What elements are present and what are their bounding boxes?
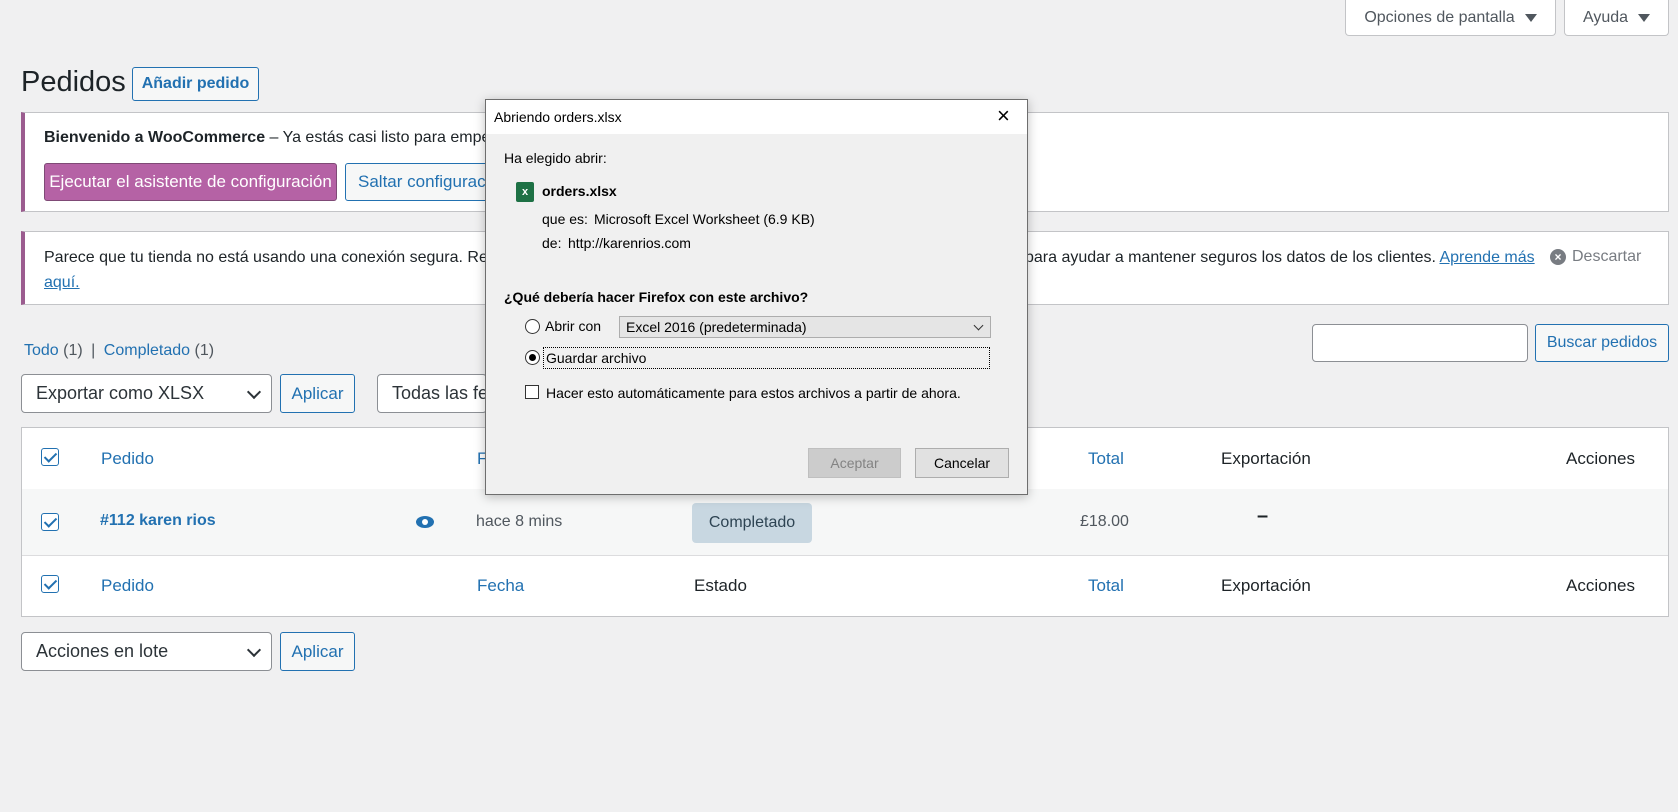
welcome-title: Bienvenido a WooCommerce <box>44 129 266 146</box>
table-row[interactable]: #112 karen rios hace 8 mins Completado £… <box>22 489 1668 556</box>
page-title: Pedidos <box>21 66 126 98</box>
filename: orders.xlsx <box>542 183 617 199</box>
dates-select-value: Todas las fec <box>392 383 487 403</box>
column-export-footer: Exportación <box>1221 576 1311 595</box>
chevron-down-icon <box>246 384 262 399</box>
column-order[interactable]: Pedido <box>101 449 154 469</box>
column-actions: Acciones <box>1566 449 1635 468</box>
dialog-titlebar: Abriendo orders.xlsx <box>486 100 1027 134</box>
type-label: que es: <box>542 211 588 227</box>
download-dialog: Abriendo orders.xlsx × Ha elegido abrir:… <box>485 99 1028 495</box>
save-file-label: Guardar archivo <box>546 350 647 366</box>
open-with-app-value: Excel 2016 (predeterminada) <box>626 319 807 335</box>
column-order-footer[interactable]: Pedido <box>101 576 154 596</box>
learn-more-link[interactable]: Aprende más <box>1439 249 1534 266</box>
from-value: http://karenrios.com <box>568 235 691 251</box>
open-with-radio[interactable] <box>525 319 540 334</box>
filter-completed-count: (1) <box>194 342 215 359</box>
search-orders-button[interactable]: Buscar pedidos <box>1535 324 1669 362</box>
dismiss-label: Descartar <box>1572 248 1642 265</box>
search-input[interactable] <box>1312 324 1528 362</box>
open-with-label[interactable]: Abrir con <box>545 318 601 334</box>
filter-all-count: (1) <box>63 342 83 359</box>
filter-completed[interactable]: Completado <box>104 342 190 359</box>
run-wizard-button[interactable]: Ejecutar el asistente de configuración <box>44 163 337 201</box>
welcome-text: – Ya estás casi listo para empez <box>265 129 499 146</box>
excel-file-icon: x <box>516 182 534 202</box>
ok-button[interactable]: Aceptar <box>808 448 901 478</box>
chevron-down-icon <box>246 642 262 657</box>
triangle-down-icon <box>1524 13 1537 22</box>
screen-options-button[interactable]: Opciones de pantalla <box>1345 0 1556 36</box>
security-text: Parece que tu tienda no está usando una … <box>44 249 496 266</box>
column-date-footer[interactable]: Fecha <box>477 576 524 596</box>
column-total[interactable]: Total <box>1088 449 1124 469</box>
select-all-checkbox-footer[interactable] <box>41 575 59 593</box>
screen-options-label: Opciones de pantalla <box>1364 8 1515 26</box>
column-total-footer[interactable]: Total <box>1088 576 1124 596</box>
column-export: Exportación <box>1221 449 1311 468</box>
security-text-right: para ayudar a mantener seguros los datos… <box>1025 249 1436 266</box>
dismiss-button[interactable]: × Descartar <box>1550 248 1641 266</box>
question: ¿Qué debería hacer Firefox con este arch… <box>504 289 809 305</box>
type-value: Microsoft Excel Worksheet (6.9 KB) <box>594 211 815 227</box>
apply-bulk-button[interactable]: Aplicar <box>280 632 355 671</box>
row-checkbox[interactable] <box>41 513 59 531</box>
dates-select[interactable]: Todas las fec <box>377 374 487 413</box>
chevron-down-icon <box>973 320 984 331</box>
column-actions-footer: Acciones <box>1566 576 1635 595</box>
add-order-button[interactable]: Añadir pedido <box>132 67 259 101</box>
export-select-value: Exportar como XLSX <box>36 383 205 403</box>
help-label: Ayuda <box>1582 8 1629 26</box>
auto-label[interactable]: Hacer esto automáticamente para estos ar… <box>546 385 961 401</box>
open-with-app-select[interactable]: Excel 2016 (predeterminada) <box>619 316 991 338</box>
dialog-title: Abriendo orders.xlsx <box>494 109 622 125</box>
export-select[interactable]: Exportar como XLSX <box>21 374 272 413</box>
status-badge: Completado <box>692 503 812 543</box>
save-file-option[interactable]: Guardar archivo <box>543 347 990 369</box>
save-file-radio[interactable] <box>525 350 540 365</box>
table-footer-row: Pedido Fecha Estado Total Exportación Ac… <box>22 555 1668 616</box>
from-label: de: <box>542 235 562 251</box>
learn-more-link-here[interactable]: aquí. <box>44 274 80 292</box>
help-button[interactable]: Ayuda <box>1564 0 1669 36</box>
select-all-checkbox[interactable] <box>41 448 59 466</box>
triangle-down-icon <box>1638 13 1651 22</box>
auto-checkbox[interactable] <box>525 385 539 399</box>
status-filters: Todo (1) | Completado (1) <box>24 342 214 360</box>
close-circle-icon: × <box>1550 249 1566 265</box>
close-icon[interactable]: × <box>997 104 1010 128</box>
order-total: £18.00 <box>1080 513 1129 530</box>
order-link[interactable]: #112 karen rios <box>100 512 216 530</box>
filter-separator: | <box>91 342 96 359</box>
cancel-button[interactable]: Cancelar <box>915 448 1009 478</box>
bulk-actions-value: Acciones en lote <box>36 641 169 661</box>
chosen-label: Ha elegido abrir: <box>504 150 607 166</box>
export-status: – <box>1257 505 1269 527</box>
eye-icon[interactable] <box>416 516 434 528</box>
column-status-footer: Estado <box>694 576 747 595</box>
bulk-actions-select[interactable]: Acciones en lote <box>21 632 272 671</box>
apply-export-button[interactable]: Aplicar <box>280 374 355 413</box>
filter-all[interactable]: Todo <box>24 342 59 359</box>
order-date: hace 8 mins <box>476 513 563 530</box>
